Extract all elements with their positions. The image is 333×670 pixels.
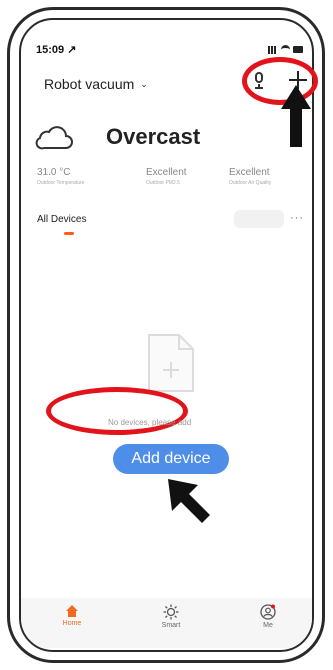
tab-label: Smart [161, 622, 181, 629]
wifi-icon [281, 45, 290, 54]
tab-smart[interactable]: Smart [146, 604, 196, 629]
status-icons [268, 44, 304, 56]
add-device-button[interactable]: Add device [113, 444, 229, 474]
signal-icon [268, 46, 278, 54]
weather-condition: Overcast [106, 124, 201, 149]
stat-label: Outdoor PM2.5 [146, 180, 180, 186]
tab-me[interactable]: Me [243, 604, 293, 629]
tab-label: Me [263, 622, 273, 629]
status-time: 15:09 ↗ [36, 44, 77, 56]
chevron-down-icon: ⌄ [140, 79, 148, 89]
stat-value: Excellent [146, 167, 187, 178]
smart-icon [163, 604, 179, 620]
device-tabs: All Devices ··· [37, 210, 307, 236]
status-bar: 15:09 ↗ [36, 43, 306, 57]
empty-state-message: No devices, please add [108, 418, 192, 427]
blurred-area [234, 210, 284, 228]
arrow-up-icon [281, 85, 311, 147]
stat-air-quality: Excellent Outdoor Air Quality [229, 167, 271, 186]
stat-label: Outdoor Air Quality [229, 180, 272, 186]
battery-icon [293, 46, 303, 53]
home-icon [66, 605, 78, 617]
annotation-circle [46, 387, 188, 435]
tab-indicator [64, 232, 74, 235]
stat-pm25: Excellent Outdoor PM2.5 [146, 167, 187, 186]
tab-label: Home [62, 620, 82, 627]
home-selector[interactable]: Robot vacuum ⌄ [44, 76, 148, 92]
stat-value: Excellent [229, 167, 270, 178]
stat-temperature: 31.0 °C Outdoor Temperature [37, 167, 84, 186]
cloud-icon [35, 126, 73, 150]
tab-all-devices[interactable]: All Devices [37, 214, 86, 225]
more-icon[interactable]: ··· [290, 212, 304, 224]
empty-document-icon [148, 334, 194, 392]
home-name: Robot vacuum [44, 76, 135, 92]
tab-home[interactable]: Home [47, 604, 97, 627]
stat-label: Outdoor Temperature [37, 180, 85, 186]
me-icon [260, 604, 276, 620]
cursor-arrow-icon [168, 479, 210, 523]
stat-value: 31.0 °C [37, 167, 71, 178]
